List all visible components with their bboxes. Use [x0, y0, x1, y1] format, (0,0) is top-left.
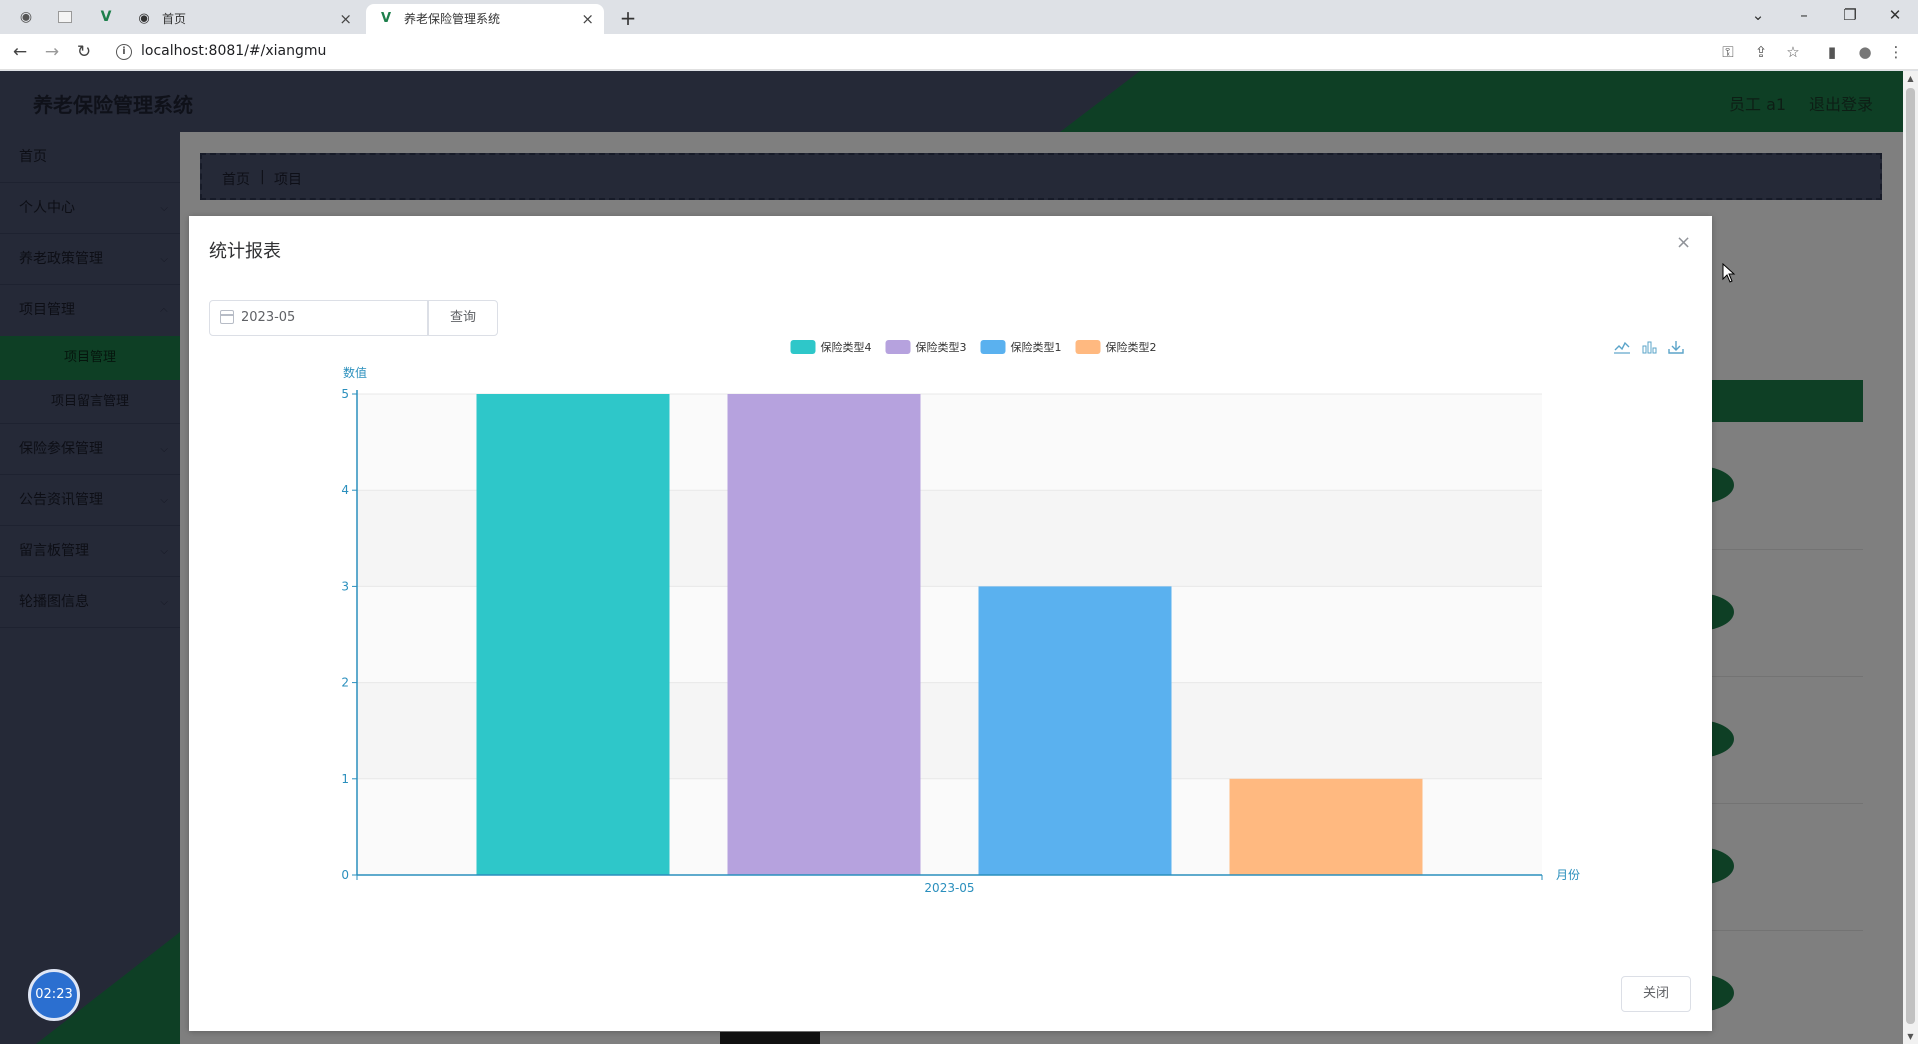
- close-button[interactable]: 关闭: [1621, 976, 1691, 1012]
- line-chart-icon[interactable]: [1612, 340, 1632, 360]
- download-icon[interactable]: [1666, 340, 1686, 360]
- y-tick-label: 0: [341, 868, 349, 882]
- vue-logo-icon[interactable]: V: [98, 9, 114, 25]
- page-icon[interactable]: [58, 11, 72, 23]
- y-tick-label: 1: [341, 772, 349, 786]
- window-close-button[interactable]: ✕: [1872, 0, 1918, 30]
- bar-2: [727, 394, 921, 875]
- stats-dialog: 统计报表 × 2023-05 查询 0 1 2 3 4 5 2023-05 数值 月份 保险类型4…: [189, 216, 1712, 1031]
- tab-label: 养老保险管理系统: [404, 12, 501, 26]
- mouse-cursor-icon: [1722, 263, 1736, 283]
- share-icon[interactable]: ⇪: [1751, 42, 1771, 62]
- y-axis-title: 数值: [343, 365, 367, 380]
- page-scrollbar[interactable]: ▲ ▼: [1903, 71, 1918, 1044]
- info-icon[interactable]: i: [116, 44, 132, 60]
- tab-list-icon[interactable]: ⌄: [1735, 0, 1781, 30]
- browser-menu-icon[interactable]: ⋮: [1886, 42, 1906, 62]
- scroll-down-icon[interactable]: ▼: [1903, 1029, 1918, 1044]
- y-tick-label: 3: [341, 579, 349, 593]
- profile-icon[interactable]: ●: [1855, 42, 1875, 62]
- bar-3: [978, 586, 1172, 875]
- browser-tab-strip: ◉ V ◉ 首页 × V 养老保险管理系统 × + ⌄ – ❐ ✕: [0, 0, 1918, 34]
- y-tick-label: 4: [341, 483, 349, 497]
- side-panel-icon[interactable]: ▮: [1822, 42, 1842, 62]
- legend-swatch: [790, 340, 816, 354]
- tab-active[interactable]: V 养老保险管理系统 ×: [366, 4, 604, 34]
- globe-icon: ◉: [138, 11, 150, 26]
- star-icon[interactable]: ☆: [1783, 42, 1803, 62]
- y-tick-label: 5: [341, 387, 349, 401]
- taskbar-fragment: [720, 1032, 820, 1044]
- minimize-button[interactable]: –: [1781, 0, 1827, 30]
- globe-icon[interactable]: ◉: [18, 9, 34, 25]
- tab-label: 首页: [162, 12, 187, 26]
- close-icon[interactable]: ×: [339, 4, 352, 34]
- restore-button[interactable]: ❐: [1827, 0, 1873, 30]
- address-bar[interactable]: localhost:8081/#/xiangmu: [141, 43, 326, 59]
- browser-toolbar: ← → ↻ i localhost:8081/#/xiangmu ⚿ ⇪ ☆ ▮…: [0, 34, 1918, 70]
- tab-home[interactable]: ◉ 首页 ×: [124, 4, 362, 34]
- scroll-up-icon[interactable]: ▲: [1903, 71, 1918, 86]
- x-tick-label: 2023-05: [924, 881, 974, 895]
- legend-swatch: [885, 340, 911, 354]
- forward-button[interactable]: →: [40, 40, 64, 64]
- bar-4: [1229, 778, 1423, 875]
- legend-swatch: [980, 340, 1006, 354]
- back-button[interactable]: ←: [8, 40, 32, 64]
- new-tab-button[interactable]: +: [614, 4, 642, 32]
- close-icon[interactable]: ×: [581, 4, 594, 34]
- key-icon[interactable]: ⚿: [1718, 42, 1738, 62]
- reload-button[interactable]: ↻: [72, 40, 96, 64]
- legend-label: 保险类型2: [1106, 340, 1157, 354]
- bar-1: [476, 394, 670, 875]
- y-tick-label: 2: [341, 676, 349, 690]
- legend-label: 保险类型3: [916, 340, 967, 354]
- clock-widget: 02:23: [28, 969, 80, 1021]
- bar-chart-icon[interactable]: [1639, 340, 1659, 360]
- vue-logo-icon: V: [380, 11, 392, 26]
- bar-chart: 0 1 2 3 4 5 2023-05 数值月份 保险类型4 保险类型3 保险类型1 保险类型2: [341, 340, 1580, 895]
- x-axis-title: 月份: [1556, 868, 1580, 882]
- scroll-thumb[interactable]: [1906, 88, 1915, 1024]
- legend-label: 保险类型1: [1011, 340, 1062, 354]
- legend-swatch: [1075, 340, 1101, 354]
- legend-label: 保险类型4: [821, 340, 872, 354]
